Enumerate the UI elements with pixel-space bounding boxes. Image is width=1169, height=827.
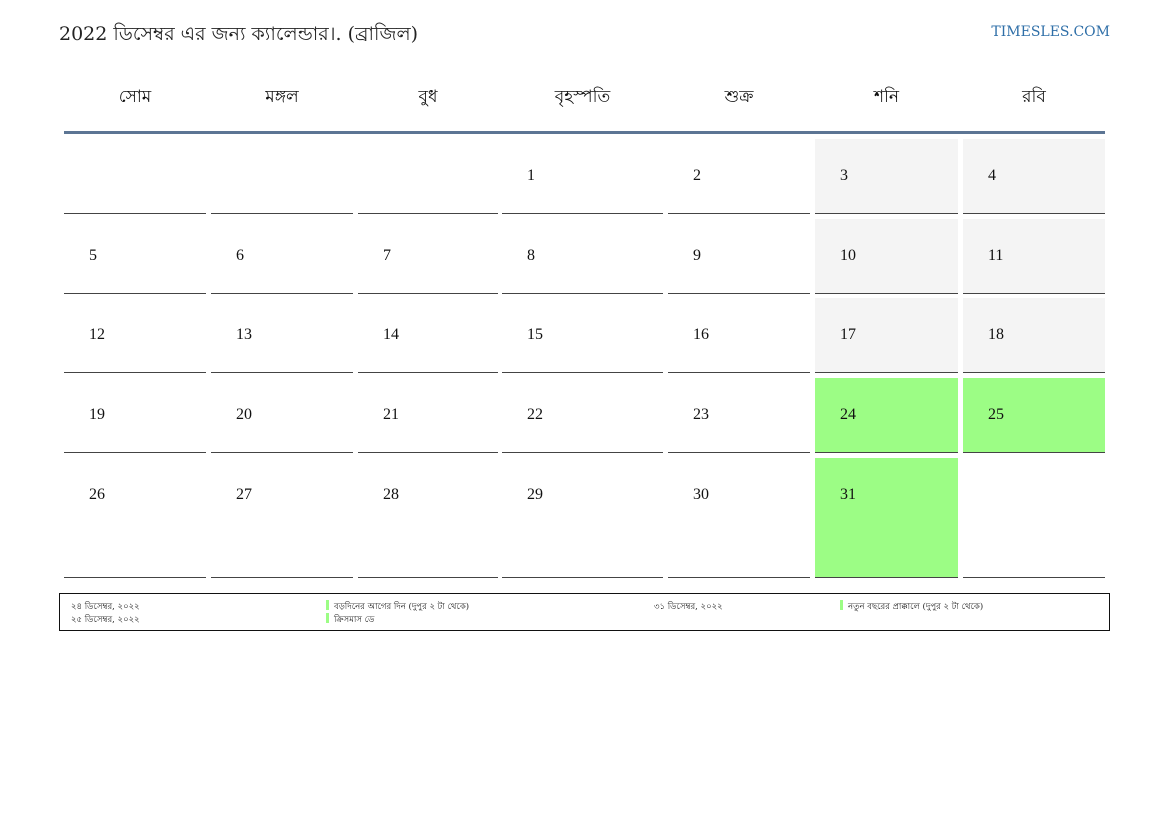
- weekday-label: রবি: [1022, 87, 1046, 107]
- day-number: 10: [840, 247, 856, 264]
- day-cell[interactable]: 30: [668, 458, 810, 578]
- day-cell[interactable]: 11: [963, 219, 1105, 294]
- day-number: 24: [840, 406, 856, 423]
- day-number: 15: [527, 326, 543, 343]
- day-cell[interactable]: 4: [963, 139, 1105, 214]
- day-number: 26: [89, 486, 105, 503]
- day-number: 21: [383, 406, 399, 423]
- day-cell[interactable]: 6: [211, 219, 353, 294]
- weekday-header: সোম মঙ্গল বুধ বৃহস্পতি শুক্র শনি রবি: [64, 84, 1105, 112]
- legend-holiday-name: বড়দিনের আগের দিন (দুপুর ২ টা থেকে): [334, 602, 470, 612]
- day-cell[interactable]: 19: [64, 378, 206, 453]
- day-number: 7: [383, 247, 391, 264]
- day-number: 25: [988, 406, 1004, 423]
- day-cell[interactable]: 14: [358, 298, 498, 373]
- day-number: 23: [693, 406, 709, 423]
- day-cell[interactable]: 8: [502, 219, 663, 294]
- legend-color-marker: [840, 600, 843, 610]
- day-number: 20: [236, 406, 252, 423]
- day-number: 5: [89, 247, 97, 264]
- legend-date: ৩১ ডিসেম্বর, ২০২২: [654, 602, 723, 612]
- day-number: 2: [693, 167, 701, 184]
- day-cell[interactable]: 7: [358, 219, 498, 294]
- day-number: 3: [840, 167, 848, 184]
- day-number: 22: [527, 406, 543, 423]
- day-cell[interactable]: 20: [211, 378, 353, 453]
- legend-date: ২৫ ডিসেম্বর, ২০২২: [71, 615, 140, 625]
- legend-holiday-name: নতুন বছরের প্রাক্কালে (দুপুর ২ টা থেকে): [848, 602, 984, 612]
- day-cell: [64, 139, 206, 214]
- weekday-label: মঙ্গল: [265, 87, 299, 107]
- weekday-label: শুক্র: [724, 87, 754, 107]
- day-number: 12: [89, 326, 105, 343]
- day-cell[interactable]: 31: [815, 458, 958, 578]
- day-number: 14: [383, 326, 399, 343]
- day-number: 27: [236, 486, 252, 503]
- day-cell[interactable]: 22: [502, 378, 663, 453]
- day-number: 29: [527, 486, 543, 503]
- day-number: 13: [236, 326, 252, 343]
- day-cell[interactable]: 26: [64, 458, 206, 578]
- day-number: 8: [527, 247, 535, 264]
- day-cell[interactable]: 25: [963, 378, 1105, 453]
- calendar-title: 2022 ডিসেম্বর এর জন্য ক্যালেন্ডার।. (ব্র…: [59, 23, 419, 45]
- legend-color-marker: [326, 613, 329, 623]
- legend-date: ২৪ ডিসেম্বর, ২০২২: [71, 602, 140, 612]
- weekday-label: বৃহস্পতি: [554, 87, 611, 107]
- day-number: 4: [988, 167, 996, 184]
- day-cell[interactable]: 2: [668, 139, 810, 214]
- day-number: 19: [89, 406, 105, 423]
- day-cell[interactable]: 1: [502, 139, 663, 214]
- site-link[interactable]: TIMESLES.COM: [991, 24, 1110, 40]
- weekday-label: বুধ: [418, 87, 438, 107]
- day-cell[interactable]: 17: [815, 298, 958, 373]
- day-cell[interactable]: 18: [963, 298, 1105, 373]
- day-number: 6: [236, 247, 244, 264]
- day-cell: [211, 139, 353, 214]
- day-cell[interactable]: 15: [502, 298, 663, 373]
- day-number: 9: [693, 247, 701, 264]
- day-cell[interactable]: 27: [211, 458, 353, 578]
- day-number: 17: [840, 326, 856, 343]
- weekday-label: শনি: [873, 87, 900, 107]
- day-number: 31: [840, 486, 856, 503]
- day-cell[interactable]: 12: [64, 298, 206, 373]
- day-cell[interactable]: 3: [815, 139, 958, 214]
- day-cell[interactable]: 5: [64, 219, 206, 294]
- holiday-legend: ২৪ ডিসেম্বর, ২০২২ বড়দিনের আগের দিন (দুপু…: [59, 593, 1110, 631]
- day-cell[interactable]: 28: [358, 458, 498, 578]
- day-number: 18: [988, 326, 1004, 343]
- day-number: 30: [693, 486, 709, 503]
- day-cell[interactable]: 23: [668, 378, 810, 453]
- day-cell[interactable]: 10: [815, 219, 958, 294]
- header-divider: [64, 131, 1105, 134]
- legend-color-marker: [326, 600, 329, 610]
- legend-holiday-name: ক্রিসমাস ডে: [334, 615, 375, 625]
- day-cell[interactable]: 24: [815, 378, 958, 453]
- day-cell[interactable]: 9: [668, 219, 810, 294]
- day-number: 16: [693, 326, 709, 343]
- day-number: 28: [383, 486, 399, 503]
- day-cell[interactable]: 16: [668, 298, 810, 373]
- day-cell: [358, 139, 498, 214]
- day-cell: [963, 458, 1105, 578]
- weekday-label: সোম: [118, 87, 152, 107]
- day-cell[interactable]: 21: [358, 378, 498, 453]
- day-cell[interactable]: 13: [211, 298, 353, 373]
- day-cell[interactable]: 29: [502, 458, 663, 578]
- day-number: 1: [527, 167, 535, 184]
- day-number: 11: [988, 247, 1004, 264]
